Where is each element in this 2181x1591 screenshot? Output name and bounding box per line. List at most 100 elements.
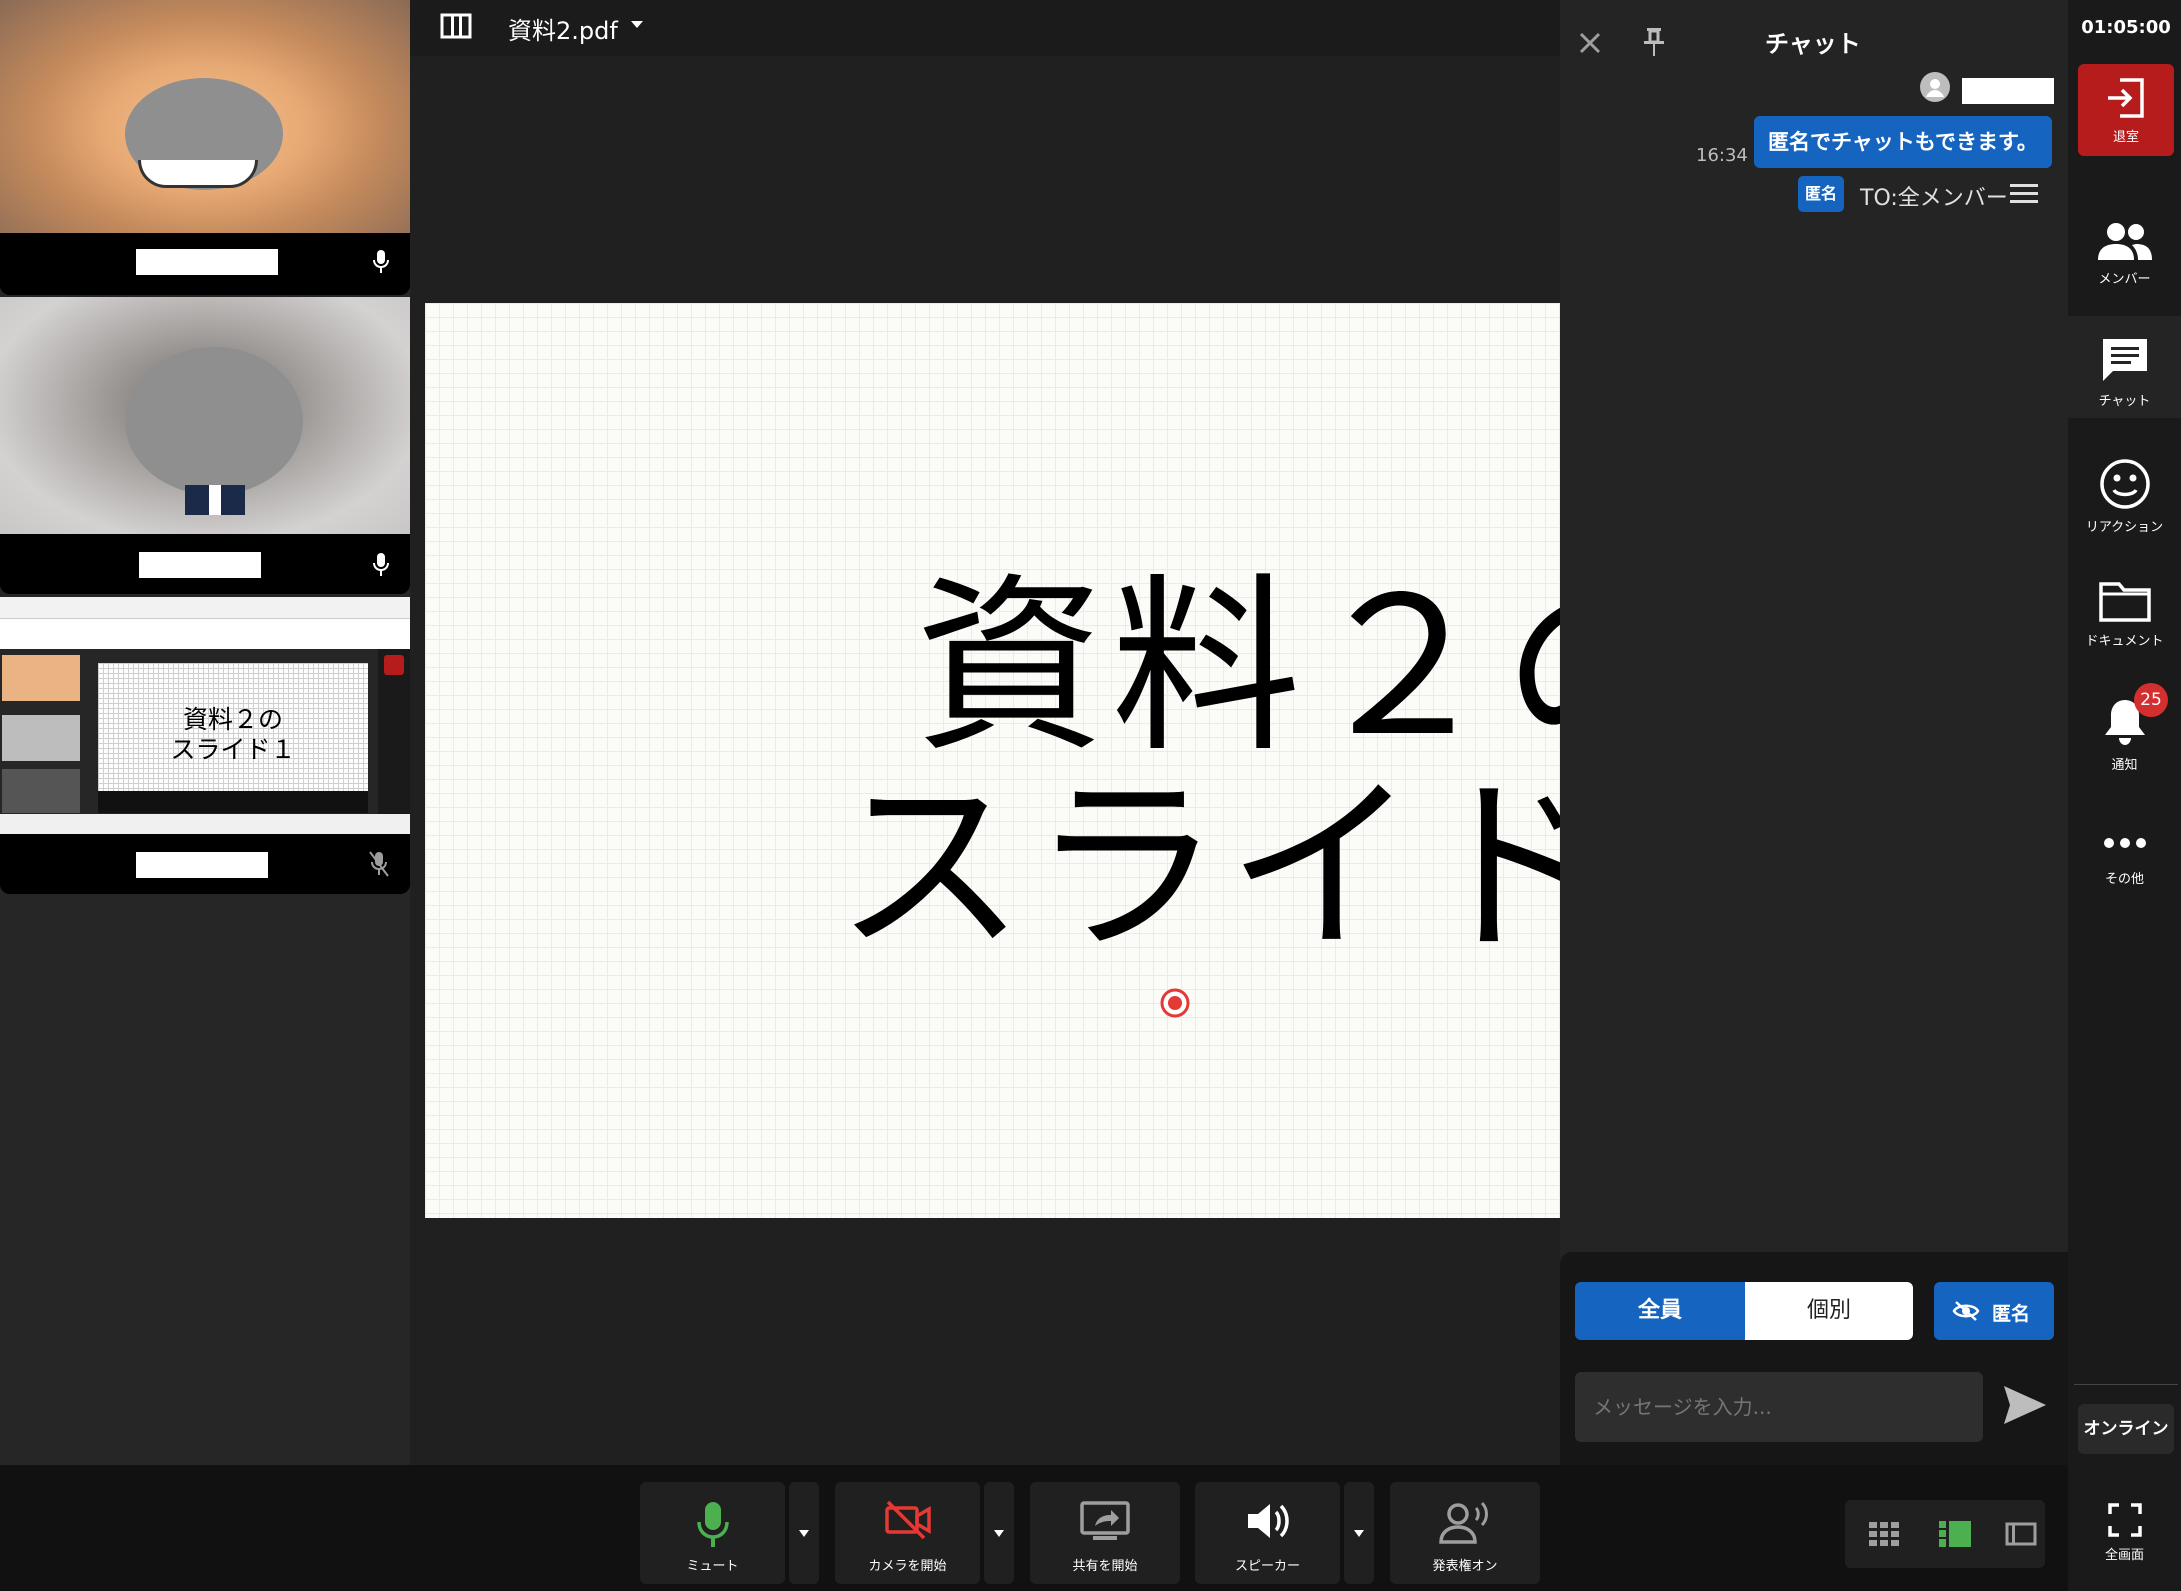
more-button[interactable]: その他 bbox=[2068, 836, 2181, 887]
mini-tile bbox=[2, 655, 80, 701]
message-time: 16:34 bbox=[1696, 145, 1748, 166]
members-label: メンバー bbox=[2098, 272, 2151, 287]
mic-off-icon[interactable] bbox=[368, 850, 390, 878]
chat-icon bbox=[2102, 339, 2147, 381]
chat-label: チャット bbox=[2098, 394, 2151, 409]
taskbar bbox=[0, 814, 410, 834]
mini-toolbar bbox=[98, 791, 368, 813]
participant-name-bar bbox=[0, 834, 410, 894]
more-dots-icon bbox=[2103, 838, 2146, 848]
online-status[interactable]: オンライン bbox=[2078, 1404, 2174, 1454]
sidebar-layout-icon[interactable] bbox=[1939, 1521, 1971, 1547]
tab-everyone[interactable]: 全員 bbox=[1575, 1282, 1745, 1340]
laser-pointer-icon bbox=[1158, 986, 1192, 1020]
sender-name-redacted bbox=[1962, 78, 2054, 104]
mini-tile bbox=[2, 769, 80, 813]
mic-icon[interactable] bbox=[372, 249, 390, 275]
chat-panel: チャット 16:34 匿名でチャットもできます。 匿名 TO:全メンバー 全員 … bbox=[1560, 0, 2068, 1465]
presenter-voice-icon bbox=[1439, 1501, 1488, 1544]
smiley-icon bbox=[2099, 459, 2150, 509]
participant-column: 資料２の スライド１ bbox=[0, 0, 410, 1465]
people-icon bbox=[2097, 223, 2152, 260]
avatar-shirt bbox=[185, 485, 245, 515]
speaker-options-dropdown[interactable] bbox=[1344, 1482, 1374, 1584]
mini-slide: 資料２の スライド１ bbox=[98, 663, 368, 791]
fullscreen-label: 全画面 bbox=[2104, 1548, 2144, 1563]
participant-name-redacted bbox=[136, 852, 268, 878]
menu-icon[interactable] bbox=[2010, 182, 2038, 204]
notification-count-badge: 25 bbox=[2134, 683, 2168, 717]
mute-button[interactable]: ミュート bbox=[640, 1482, 785, 1584]
avatar-icon bbox=[1920, 72, 1950, 102]
participant-name-redacted bbox=[139, 552, 261, 578]
pin-icon[interactable] bbox=[1642, 26, 1666, 58]
mini-slide-line: スライド１ bbox=[170, 735, 296, 764]
browser-tabbar bbox=[0, 597, 410, 619]
floor-on-button[interactable]: 発表権オン bbox=[1390, 1482, 1540, 1584]
face-blur-mask bbox=[125, 347, 303, 495]
grid-layout-icon[interactable] bbox=[1869, 1522, 1899, 1546]
layout-switcher bbox=[1845, 1500, 2045, 1568]
speaker-label: スピーカー bbox=[1234, 1559, 1300, 1574]
mini-slide-line: 資料２の bbox=[182, 705, 283, 734]
divider bbox=[2074, 1384, 2178, 1385]
mute-label: ミュート bbox=[686, 1559, 739, 1574]
document-title[interactable]: 資料2.pdf bbox=[508, 11, 618, 46]
tab-private[interactable]: 個別 bbox=[1745, 1282, 1913, 1340]
mic-icon[interactable] bbox=[372, 552, 390, 578]
speaker-icon bbox=[1247, 1504, 1289, 1538]
focus-layout-icon[interactable] bbox=[2005, 1522, 2037, 1546]
bottom-toolbar: ミュート カメラを開始 共有を開始 スピーカー 発表権オン bbox=[0, 1465, 2068, 1591]
speaker-button[interactable]: スピーカー bbox=[1195, 1482, 1340, 1584]
exit-button[interactable]: 退室 bbox=[2078, 64, 2174, 156]
columns-icon[interactable] bbox=[440, 13, 472, 39]
mini-app: 資料２の スライド１ bbox=[0, 649, 410, 814]
screen-share-preview: 資料２の スライド１ bbox=[0, 597, 410, 834]
slide-title-line2: スライド bbox=[835, 757, 1560, 978]
presentation-slide[interactable]: 資料２の スライド bbox=[425, 303, 1560, 1218]
reaction-label: リアクション bbox=[2085, 520, 2164, 535]
anonymous-toggle-label: 匿名 bbox=[1992, 1303, 2031, 1325]
participant-tile[interactable] bbox=[0, 0, 410, 295]
avatar-illustration bbox=[138, 160, 258, 188]
chevron-down-icon[interactable] bbox=[630, 20, 644, 30]
chat-title: チャット bbox=[1765, 30, 1861, 58]
slide-title-line1: 資料２の bbox=[915, 557, 1560, 778]
more-label: その他 bbox=[2104, 872, 2144, 887]
mini-tile bbox=[2, 715, 80, 761]
fullscreen-button[interactable]: 全画面 bbox=[2068, 1502, 2181, 1563]
start-share-label: 共有を開始 bbox=[1072, 1559, 1138, 1574]
chat-button[interactable]: チャット bbox=[2068, 316, 2181, 418]
start-camera-button[interactable]: カメラを開始 bbox=[835, 1482, 980, 1584]
close-icon[interactable] bbox=[1577, 30, 1603, 56]
send-icon[interactable] bbox=[2002, 1384, 2048, 1426]
documents-button[interactable]: ドキュメント bbox=[2068, 580, 2181, 649]
fullscreen-icon bbox=[2107, 1503, 2142, 1537]
folder-icon bbox=[2098, 582, 2151, 622]
document-topbar: 資料2.pdf bbox=[410, 0, 1560, 56]
eye-off-icon bbox=[1952, 1300, 1980, 1322]
start-camera-label: カメラを開始 bbox=[868, 1559, 947, 1574]
members-button[interactable]: メンバー bbox=[2068, 222, 2181, 287]
floor-on-label: 発表権オン bbox=[1432, 1559, 1498, 1574]
chat-compose-area: 全員 個別 匿名 bbox=[1560, 1252, 2068, 1465]
screen-share-tile[interactable]: 資料２の スライド１ bbox=[0, 597, 410, 894]
start-share-button[interactable]: 共有を開始 bbox=[1030, 1482, 1180, 1584]
chat-message-bubble[interactable]: 匿名でチャットもできます。 bbox=[1754, 116, 2052, 168]
screen-share-icon bbox=[1080, 1501, 1130, 1540]
participant-tile[interactable] bbox=[0, 297, 410, 594]
exit-label: 退室 bbox=[2112, 130, 2139, 145]
camera-options-dropdown[interactable] bbox=[984, 1482, 1014, 1584]
documents-label: ドキュメント bbox=[2085, 634, 2164, 649]
recipient-label: TO:全メンバー bbox=[1860, 186, 2008, 211]
participant-name-bar bbox=[0, 233, 410, 295]
anonymous-toggle[interactable]: 匿名 bbox=[1934, 1282, 2054, 1340]
browser-urlbar bbox=[0, 619, 410, 649]
mini-rail bbox=[378, 649, 410, 814]
notifications-label: 通知 bbox=[2111, 758, 2138, 773]
mic-icon bbox=[696, 1502, 729, 1547]
reaction-button[interactable]: リアクション bbox=[2068, 458, 2181, 535]
mic-options-dropdown[interactable] bbox=[789, 1482, 819, 1584]
chat-message-input[interactable] bbox=[1575, 1372, 1983, 1442]
exit-icon bbox=[2108, 78, 2144, 118]
